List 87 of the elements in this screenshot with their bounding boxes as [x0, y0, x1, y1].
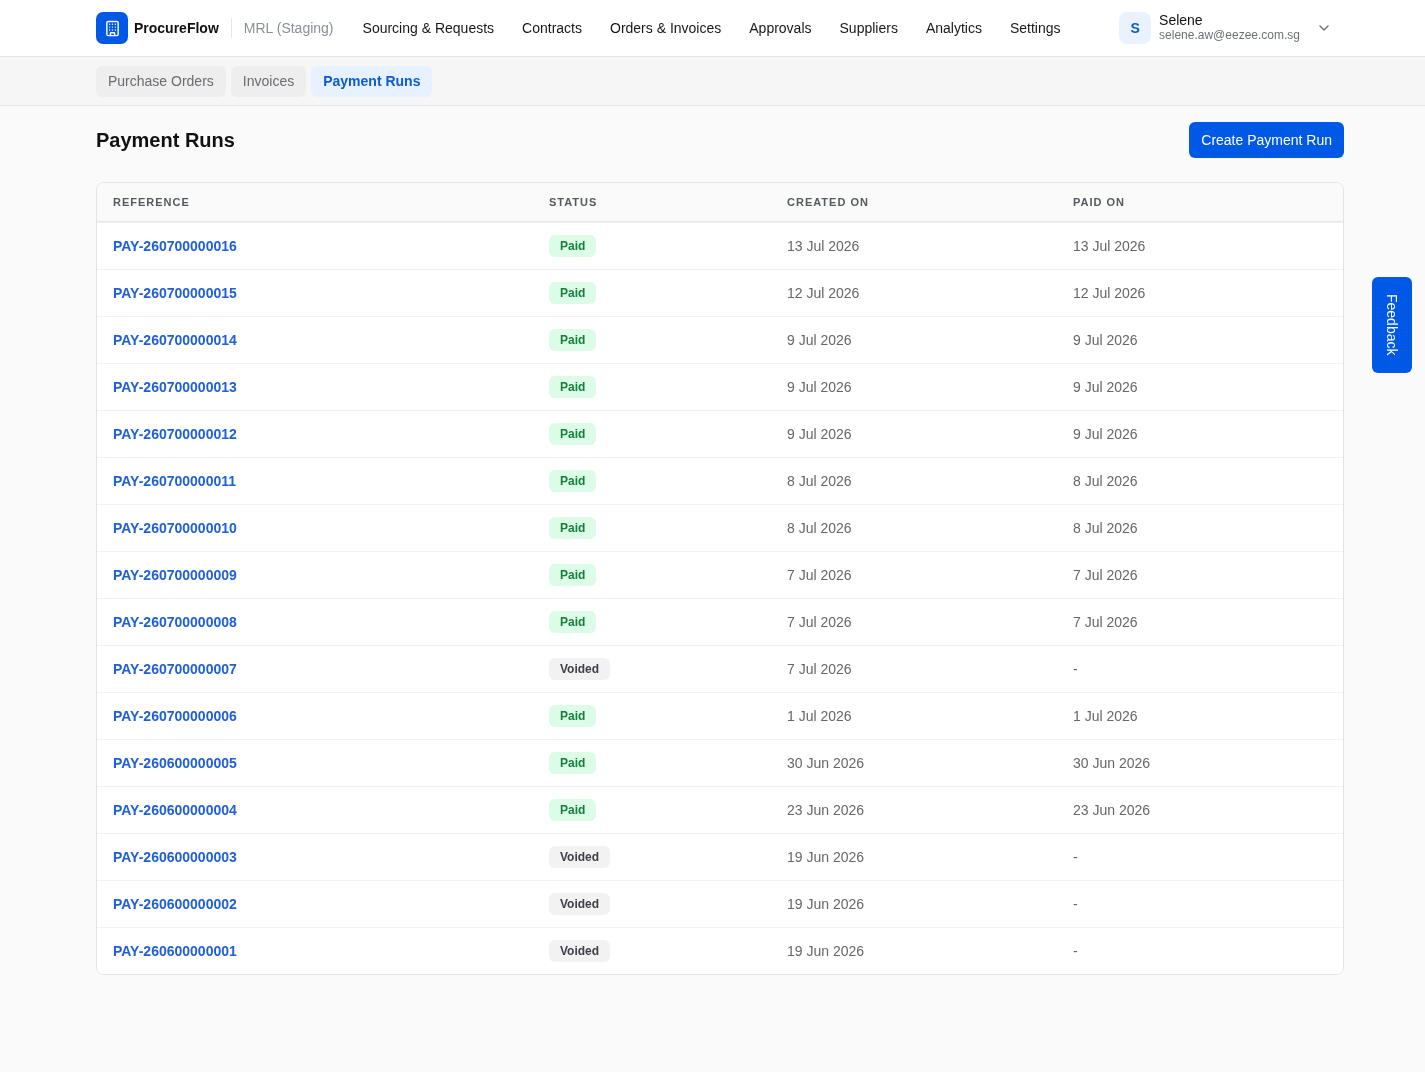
reference-link[interactable]: PAY-260700000008: [113, 614, 237, 630]
status-badge: Paid: [549, 752, 597, 774]
reference-link[interactable]: PAY-260700000012: [113, 426, 237, 442]
paid-on-cell: -: [1073, 849, 1078, 865]
reference-link[interactable]: PAY-260600000005: [113, 755, 237, 771]
reference-link[interactable]: PAY-260600000002: [113, 896, 237, 912]
reference-link[interactable]: PAY-260700000013: [113, 379, 237, 395]
paid-on-cell: 9 Jul 2026: [1073, 379, 1138, 395]
nav-link[interactable]: Suppliers: [839, 20, 898, 36]
reference-link[interactable]: PAY-260700000015: [113, 285, 237, 301]
status-badge: Paid: [549, 517, 597, 539]
reference-link[interactable]: PAY-260700000016: [113, 238, 237, 254]
reference-link[interactable]: PAY-260600000001: [113, 943, 237, 959]
created-on-cell: 9 Jul 2026: [787, 426, 852, 442]
create-payment-run-button[interactable]: Create Payment Run: [1189, 122, 1344, 158]
paid-on-cell: 30 Jun 2026: [1073, 755, 1151, 771]
nav-link[interactable]: Analytics: [925, 20, 982, 36]
column-header: CREATED ON: [787, 196, 869, 208]
sub-tab[interactable]: Invoices: [230, 65, 307, 97]
paid-on-cell: 8 Jul 2026: [1073, 520, 1138, 536]
created-on-cell: 9 Jul 2026: [787, 332, 852, 348]
created-on-cell: 13 Jul 2026: [787, 238, 860, 254]
paid-on-cell: 7 Jul 2026: [1073, 614, 1138, 630]
building-icon: [96, 12, 128, 44]
user-avatar: S: [1119, 12, 1152, 44]
reference-link[interactable]: PAY-260700000010: [113, 520, 237, 536]
user-name: Selene: [1159, 13, 1204, 28]
status-badge: Paid: [549, 423, 597, 445]
reference-link[interactable]: PAY-260600000004: [113, 802, 237, 818]
paid-on-cell: 7 Jul 2026: [1073, 567, 1138, 583]
paid-on-cell: 9 Jul 2026: [1073, 332, 1138, 348]
created-on-cell: 23 Jun 2026: [787, 802, 865, 818]
created-on-cell: 7 Jul 2026: [787, 614, 852, 630]
created-on-cell: 19 Jun 2026: [787, 849, 865, 865]
column-header: STATUS: [549, 196, 598, 208]
reference-link[interactable]: PAY-260600000003: [113, 849, 237, 865]
nav-link[interactable]: Orders & Invoices: [610, 20, 722, 36]
paid-on-cell: 12 Jul 2026: [1073, 285, 1146, 301]
nav-link[interactable]: Contracts: [522, 20, 582, 36]
created-on-cell: 12 Jul 2026: [787, 285, 860, 301]
sub-tab[interactable]: Payment Runs: [311, 65, 433, 97]
status-badge: Paid: [549, 282, 597, 304]
status-badge: Paid: [549, 235, 597, 257]
nav-link[interactable]: Settings: [1009, 20, 1061, 36]
column-header: REFERENCE: [113, 196, 190, 208]
user-email: selene.aw@eezee.com.sg: [1159, 28, 1300, 43]
status-badge: Paid: [549, 611, 597, 633]
paid-on-cell: -: [1073, 943, 1078, 959]
sub-tab[interactable]: Purchase Orders: [96, 65, 226, 97]
paid-on-cell: 8 Jul 2026: [1073, 473, 1138, 489]
reference-link[interactable]: PAY-260700000009: [113, 567, 237, 583]
status-badge: Voided: [549, 846, 611, 868]
environment-label: MRL (Staging): [243, 20, 334, 36]
feedback-button[interactable]: Feedback: [1372, 277, 1412, 373]
created-on-cell: 19 Jun 2026: [787, 896, 865, 912]
created-on-cell: 30 Jun 2026: [787, 755, 865, 771]
paid-on-cell: 13 Jul 2026: [1073, 238, 1146, 254]
created-on-cell: 8 Jul 2026: [787, 520, 852, 536]
created-on-cell: 7 Jul 2026: [787, 567, 852, 583]
page-title: Payment Runs: [96, 128, 235, 152]
reference-link[interactable]: PAY-260700000007: [113, 661, 237, 677]
status-badge: Paid: [549, 470, 597, 492]
status-badge: Paid: [549, 564, 597, 586]
status-badge: Paid: [549, 799, 597, 821]
status-badge: Paid: [549, 705, 597, 727]
reference-link[interactable]: PAY-260700000014: [113, 332, 237, 348]
status-badge: Voided: [549, 658, 611, 680]
created-on-cell: 1 Jul 2026: [787, 708, 852, 724]
paid-on-cell: 9 Jul 2026: [1073, 426, 1138, 442]
status-badge: Paid: [549, 376, 597, 398]
brand-name: ProcureFlow: [134, 20, 219, 36]
paid-on-cell: 1 Jul 2026: [1073, 708, 1138, 724]
reference-link[interactable]: PAY-260700000006: [113, 708, 237, 724]
paid-on-cell: -: [1073, 896, 1078, 912]
paid-on-cell: -: [1073, 661, 1078, 677]
created-on-cell: 19 Jun 2026: [787, 943, 865, 959]
status-badge: Voided: [549, 893, 611, 915]
created-on-cell: 7 Jul 2026: [787, 661, 852, 677]
status-badge: Paid: [549, 329, 597, 351]
nav-link[interactable]: Approvals: [749, 20, 812, 36]
column-header: PAID ON: [1073, 196, 1126, 208]
reference-link[interactable]: PAY-260700000011: [113, 473, 236, 489]
status-badge: Voided: [549, 940, 611, 962]
created-on-cell: 8 Jul 2026: [787, 473, 852, 489]
created-on-cell: 9 Jul 2026: [787, 379, 852, 395]
paid-on-cell: 23 Jun 2026: [1073, 802, 1151, 818]
nav-link[interactable]: Sourcing & Requests: [362, 20, 495, 36]
